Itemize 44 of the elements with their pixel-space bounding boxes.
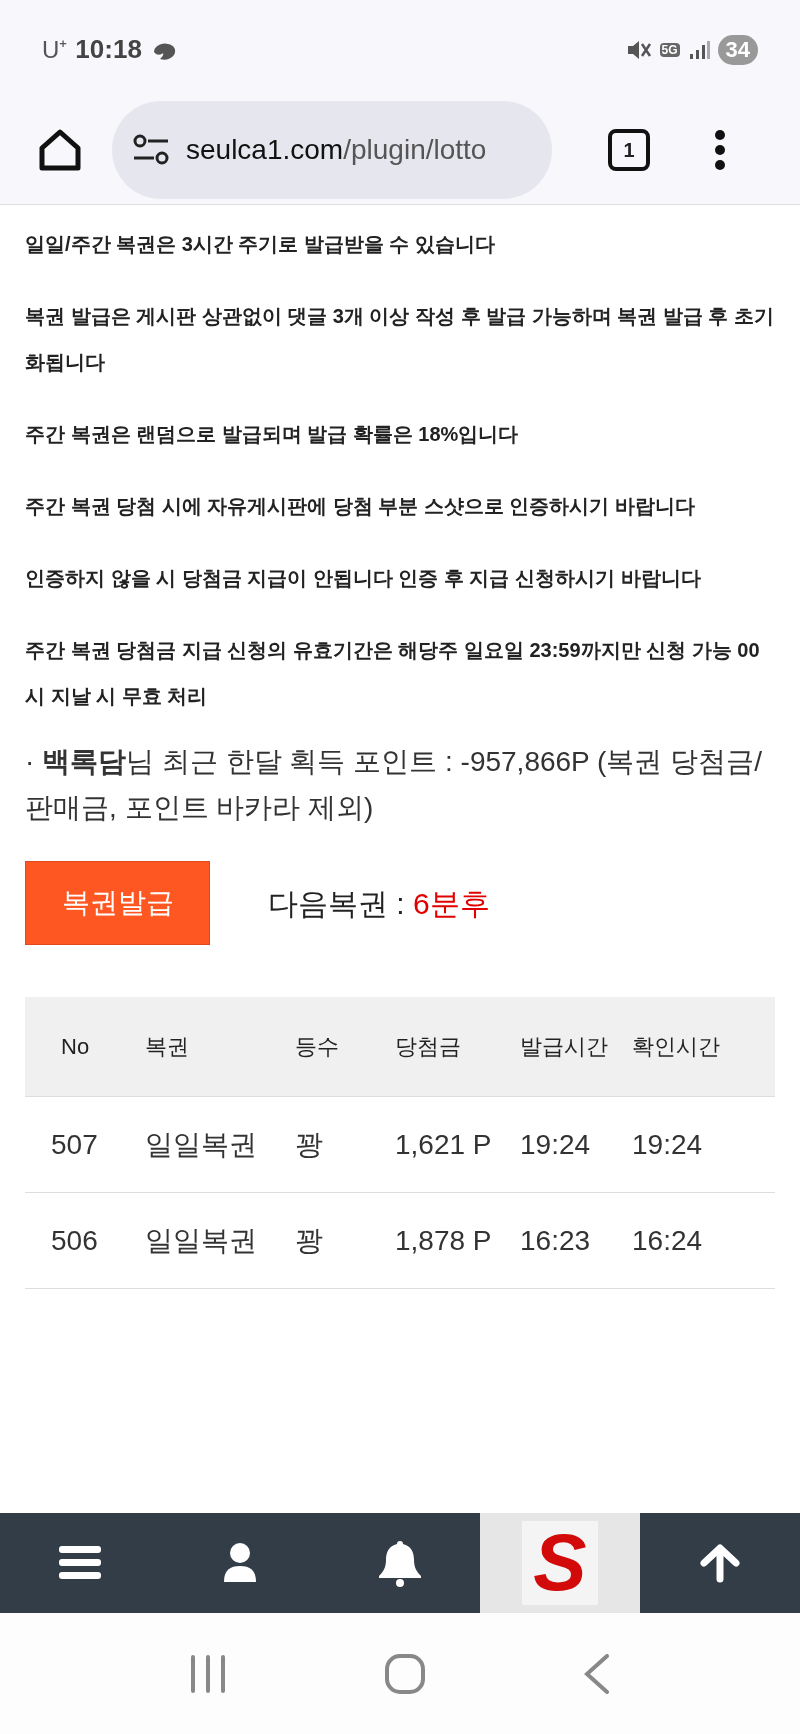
column-header: 복권 <box>145 1032 190 1061</box>
site-logo[interactable]: S <box>522 1521 598 1605</box>
clock: 10:18 <box>75 33 142 66</box>
column-header: No <box>60 1032 91 1061</box>
table-cell-text: 507 <box>50 1127 99 1162</box>
recent-apps-icon[interactable] <box>189 1654 226 1693</box>
table-cell-text: 1,878 P <box>395 1223 493 1258</box>
notice-text: 복권 발급은 게시판 상관없이 댓글 3개 이상 작성 후 발급 가능하며 복권 발급 후 초기화됩니다 <box>25 304 775 375</box>
notice-text: 주간 복권 당첨 시에 자유게시판에 당첨 부분 스샷으로 인증하시기 바랍니다 <box>25 494 696 519</box>
table-cell-text: 1,621 P <box>395 1127 493 1162</box>
table-cell-text: 506 <box>50 1223 99 1258</box>
bell-icon[interactable] <box>377 1539 423 1587</box>
battery-indicator: 34 <box>717 34 758 65</box>
table-cell-text: 일일복권 <box>145 1127 258 1162</box>
column-header: 확인시간 <box>632 1032 721 1061</box>
back-icon[interactable] <box>584 1653 611 1694</box>
url-text[interactable]: seulca1.com/plugin/lotto <box>186 128 487 171</box>
user-icon[interactable] <box>222 1542 258 1584</box>
column-header: 발급시간 <box>520 1032 609 1061</box>
table-cell-text: 19:24 <box>520 1127 592 1162</box>
column-header: 당첨금 <box>395 1032 462 1061</box>
site-settings-icon[interactable] <box>132 132 170 167</box>
notice-text: 주간 복권 당첨금 지급 신청의 유효기간은 해당주 일요일 23:59까지만 신청 가능 00시 지날 시 무효 처리 <box>25 638 761 709</box>
table-cell-text: 19:24 <box>632 1127 704 1162</box>
points-summary: · 백록담님 최근 한달 획득 포인트 : -957,866P (복권 당첨금/판매금, 포인트 바카라 제외) <box>25 745 763 825</box>
notice-text: 주간 복권은 랜덤으로 발급되며 발급 확률은 18%입니다 <box>25 422 520 447</box>
carrier-label: U⁺ <box>42 34 68 65</box>
notice-text: 인증하지 않을 시 당첨금 지급이 안됩니다 인증 후 지급 신청하시기 바랍니다 <box>25 566 702 591</box>
table-cell-text: 꽝 <box>295 1127 324 1162</box>
network-label: 5G <box>659 42 680 57</box>
table-cell-text: 16:23 <box>520 1223 592 1258</box>
tab-count-button[interactable]: 1 <box>608 128 650 171</box>
scroll-up-icon[interactable] <box>699 1543 741 1583</box>
home-button-icon[interactable] <box>385 1653 425 1694</box>
menu-icon[interactable] <box>59 1544 101 1582</box>
address-bar[interactable]: seulca1.com/plugin/lotto <box>112 100 552 199</box>
table-cell-text: 16:24 <box>632 1223 704 1258</box>
table-cell-text: 꽝 <box>295 1223 324 1258</box>
more-icon[interactable] <box>714 128 726 171</box>
table-cell-text: 일일복권 <box>145 1223 258 1258</box>
column-header: 등수 <box>295 1032 340 1061</box>
notice-text: 일일/주간 복권은 3시간 주기로 발급받을 수 있습니다 <box>25 232 497 257</box>
signal-icon <box>687 38 710 61</box>
next-ticket-countdown: 다음복권 : 6분후 <box>268 885 490 922</box>
